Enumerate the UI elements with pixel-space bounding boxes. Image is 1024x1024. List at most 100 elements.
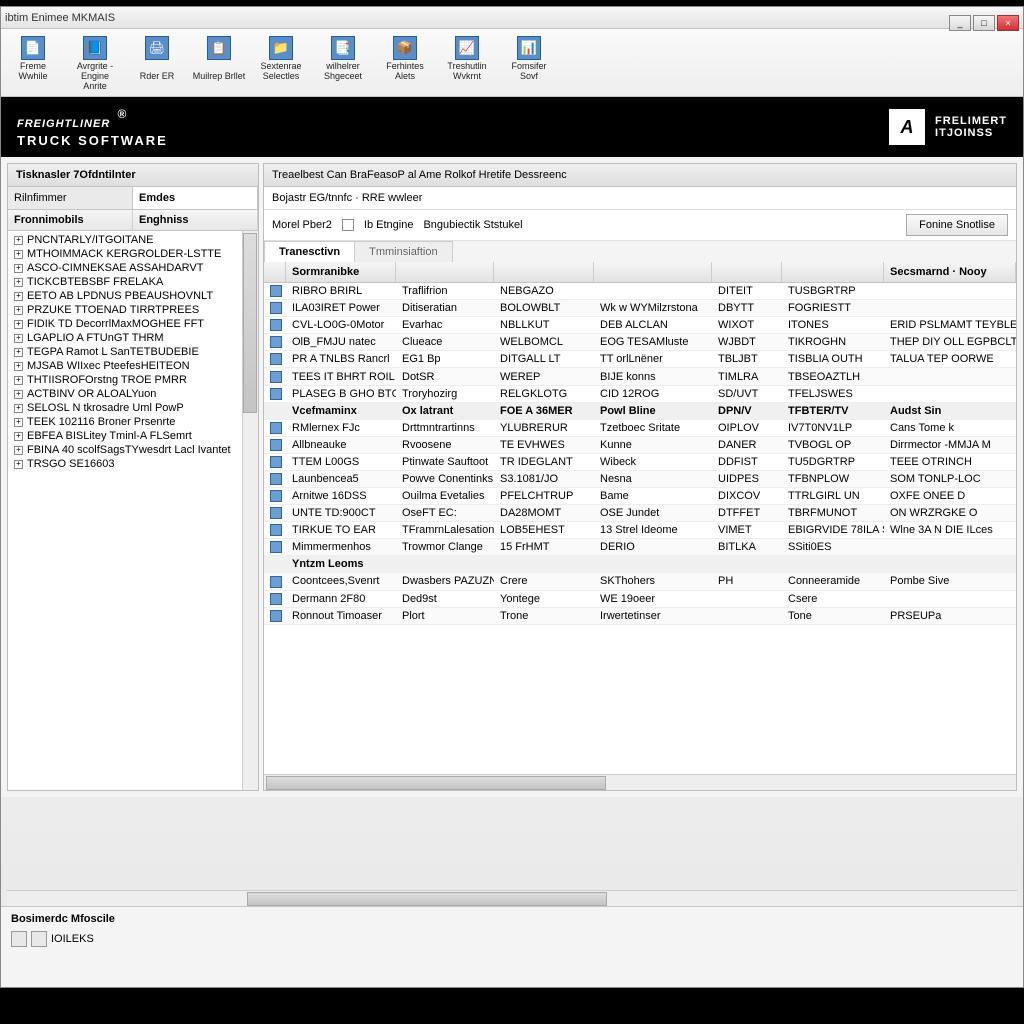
toolbar-button-3[interactable]: 📋Muilrep Brllet <box>189 33 249 95</box>
content-h-scrollbar[interactable] <box>7 890 1017 906</box>
tree-item[interactable]: +THTIISROFOrstng TROE PMRR <box>12 373 254 387</box>
column-header[interactable] <box>494 262 594 282</box>
tree-item[interactable]: +TICKCBTEBSBF FRELAKA <box>12 275 254 289</box>
data-grid[interactable]: Sormranibke Secsmarnd · Nooy RIBRO BRIRLT… <box>264 262 1016 774</box>
expand-icon[interactable]: + <box>14 376 23 385</box>
expand-icon[interactable]: + <box>14 390 23 399</box>
table-cell <box>264 488 286 504</box>
grid-body: RIBRO BRIRLTraflifrionNEBGAZODITEITTUSBG… <box>264 283 1016 625</box>
expand-icon[interactable]: + <box>14 292 23 301</box>
expand-icon[interactable]: + <box>14 432 23 441</box>
toolbar-icon: 📁 <box>269 36 293 60</box>
toolbar-button-6[interactable]: 📦FerhintesAlets <box>375 33 435 95</box>
column-header[interactable]: Secsmarnd · Nooy <box>884 262 1016 282</box>
tree-item[interactable]: +MJSAB WIIxec PteefesHEITEON <box>12 359 254 373</box>
expand-icon[interactable]: + <box>14 278 23 287</box>
tree-item[interactable]: +SELOSL N tkrosadre Uml PowP <box>12 401 254 415</box>
expand-icon[interactable]: + <box>14 446 23 455</box>
table-row[interactable]: RIBRO BRIRLTraflifrionNEBGAZODITEITTUSBG… <box>264 283 1016 300</box>
table-row[interactable]: RMlernex FJcDrttmntrartinnsYLUBRERURTzet… <box>264 420 1016 437</box>
tree-item[interactable]: +FBINA 40 scolfSagsTYwesdrt Lacl Ivantet <box>12 443 254 457</box>
expand-icon[interactable]: + <box>14 264 23 273</box>
table-row[interactable]: ILA03IRET PowerDitiseratianBOLOWBLTWk w … <box>264 300 1016 317</box>
column-header[interactable] <box>712 262 782 282</box>
sidebar-col-1[interactable]: Fronnimobils <box>8 210 133 230</box>
table-row[interactable]: AllbneaukeRvooseneTE EVHWESKunneDANERTVB… <box>264 437 1016 454</box>
tree-item[interactable]: +ACTBINV OR ALOALYuon <box>12 387 254 401</box>
table-row[interactable]: Ronnout TimoaserPlortTroneIrwertetinserT… <box>264 608 1016 625</box>
content-h-scroll-thumb[interactable] <box>247 892 607 906</box>
toolbar-button-5[interactable]: 📑wilhelrerShgeceet <box>313 33 373 95</box>
sidebar-col-2[interactable]: Enghniss <box>133 210 258 230</box>
status-icon-1[interactable] <box>11 931 27 947</box>
table-row[interactable]: Dermann 2F80Ded9stYontegeWE 19oeerCsere <box>264 591 1016 608</box>
tree-view[interactable]: +PNCNTARLY/ITGOITANE+MTHOIMMACK KERGROLD… <box>8 231 258 790</box>
tree-item[interactable]: +TEGPA Ramot L SanTETBUDEBIE <box>12 345 254 359</box>
toolbar-button-2[interactable]: 🖨Rder ER <box>127 33 187 95</box>
table-row[interactable]: UNTE TD:900CTOseFT EC:DA28MOMTOSE Jundet… <box>264 505 1016 522</box>
column-header[interactable] <box>782 262 884 282</box>
tree-item[interactable]: +FIDIK TD DecorrlMaxMOGHEE FFT <box>12 317 254 331</box>
table-row[interactable]: Arnitwe 16DSSOuilma EvetaliesPFELCHTRUPB… <box>264 488 1016 505</box>
table-cell: Wlne 3A N DIE ILces <box>884 522 1016 538</box>
tree-scroll-thumb[interactable] <box>243 233 257 413</box>
tree-item[interactable]: +MTHOIMMACK KERGROLDER-LSTTE <box>12 247 254 261</box>
expand-icon[interactable]: + <box>14 362 23 371</box>
status-icon-2[interactable] <box>31 931 47 947</box>
table-row[interactable]: PR A TNLBS RancrlEG1 BpDITGALL LTTT orlL… <box>264 351 1016 368</box>
column-header[interactable]: Sormranibke <box>286 262 396 282</box>
table-cell <box>264 454 286 470</box>
minimize-button[interactable]: _ <box>949 15 971 31</box>
filter-button[interactable]: Fonine Snotlise <box>906 214 1008 236</box>
tree-item[interactable]: +EETO AB LPDNUS PBEAUSHOVNLT <box>12 289 254 303</box>
column-header[interactable] <box>396 262 494 282</box>
table-cell <box>264 539 286 555</box>
table-row[interactable]: CVL-LO0G-0MotorEvarhacNBLLKUTDEB ALCLANW… <box>264 317 1016 334</box>
sidebar-tab-1[interactable]: Rilnfimmer <box>8 187 133 209</box>
expand-icon[interactable]: + <box>14 418 23 427</box>
table-row[interactable]: TIRKUE TO EARTFramrnLalesationLOB5EHEST1… <box>264 522 1016 539</box>
grid-tab-2[interactable]: Tmminsiaftion <box>354 241 452 262</box>
tree-scrollbar[interactable] <box>242 231 258 790</box>
grid-tab-1[interactable]: Tranesctivn <box>264 241 355 262</box>
grid-h-scroll-thumb[interactable] <box>266 776 606 790</box>
table-row[interactable]: Coontcees,SvenrtDwasbers PAZUZNBCrereSKT… <box>264 573 1016 590</box>
expand-icon[interactable]: + <box>14 348 23 357</box>
toolbar-button-0[interactable]: 📄FremeWwhile <box>3 33 63 95</box>
expand-icon[interactable]: + <box>14 250 23 259</box>
table-row[interactable]: Launbencea5Powve ConentinksS3.1081/JONes… <box>264 471 1016 488</box>
tree-item[interactable]: +ASCO-CIMNEKSAE ASSAHDARVT <box>12 261 254 275</box>
expand-icon[interactable]: + <box>14 306 23 315</box>
column-header[interactable] <box>594 262 712 282</box>
toolbar-button-8[interactable]: 📊FomsiferSovf <box>499 33 559 95</box>
tree-item[interactable]: +TRSGO SE16603 <box>12 457 254 471</box>
expand-icon[interactable]: + <box>14 236 23 245</box>
tree-item[interactable]: +PNCNTARLY/ITGOITANE <box>12 233 254 247</box>
toolbar-button-4[interactable]: 📁SextenraeSelectles <box>251 33 311 95</box>
table-cell: TT orlLnëner <box>594 351 712 367</box>
table-row[interactable]: TEES IT BHRT ROIL BRDotSRWEREPBIJE konns… <box>264 368 1016 385</box>
filter-checkbox[interactable] <box>342 219 354 231</box>
table-row[interactable]: PLASEG B GHO BTCTroryhozirgRELGKLOTGCID … <box>264 386 1016 403</box>
expand-icon[interactable]: + <box>14 334 23 343</box>
table-row[interactable]: MimmermenhosTrowmor Clange15 FrHMTDERIOB… <box>264 539 1016 556</box>
close-button[interactable]: × <box>997 15 1019 31</box>
toolbar-button-1[interactable]: 📘Avrgrite - EngineAnrite <box>65 33 125 95</box>
table-row[interactable]: Yntzm Leoms <box>264 556 1016 573</box>
tree-item[interactable]: +TEEK 102116 Broner Prsenrte <box>12 415 254 429</box>
table-row[interactable]: OlB_FMJU natecClueaceWELBOMCLEOG TESAMlu… <box>264 334 1016 351</box>
sidebar-tab-2[interactable]: Emdes <box>133 187 258 209</box>
grid-h-scrollbar[interactable] <box>264 774 1016 790</box>
maximize-button[interactable]: □ <box>973 15 995 31</box>
tree-item[interactable]: +LGAPLIO A FTUnGT THRM <box>12 331 254 345</box>
toolbar-button-7[interactable]: 📈TreshutlinWvkrnt <box>437 33 497 95</box>
expand-icon[interactable]: + <box>14 404 23 413</box>
table-row[interactable]: TTEM L00GSPtinwate SauftootTR IDEGLANTWi… <box>264 454 1016 471</box>
tree-item[interactable]: +EBFEA BISLitey Tminl-A FLSemrt <box>12 429 254 443</box>
expand-icon[interactable]: + <box>14 460 23 469</box>
table-row[interactable]: VcefmaminxOx latrantFOE A 36MERPowl Blin… <box>264 403 1016 420</box>
table-cell: Yntzm Leoms <box>286 556 396 572</box>
tree-item[interactable]: +PRZUKE TTOENAD TIRRTPREES <box>12 303 254 317</box>
expand-icon[interactable]: + <box>14 320 23 329</box>
column-header[interactable] <box>264 262 286 282</box>
